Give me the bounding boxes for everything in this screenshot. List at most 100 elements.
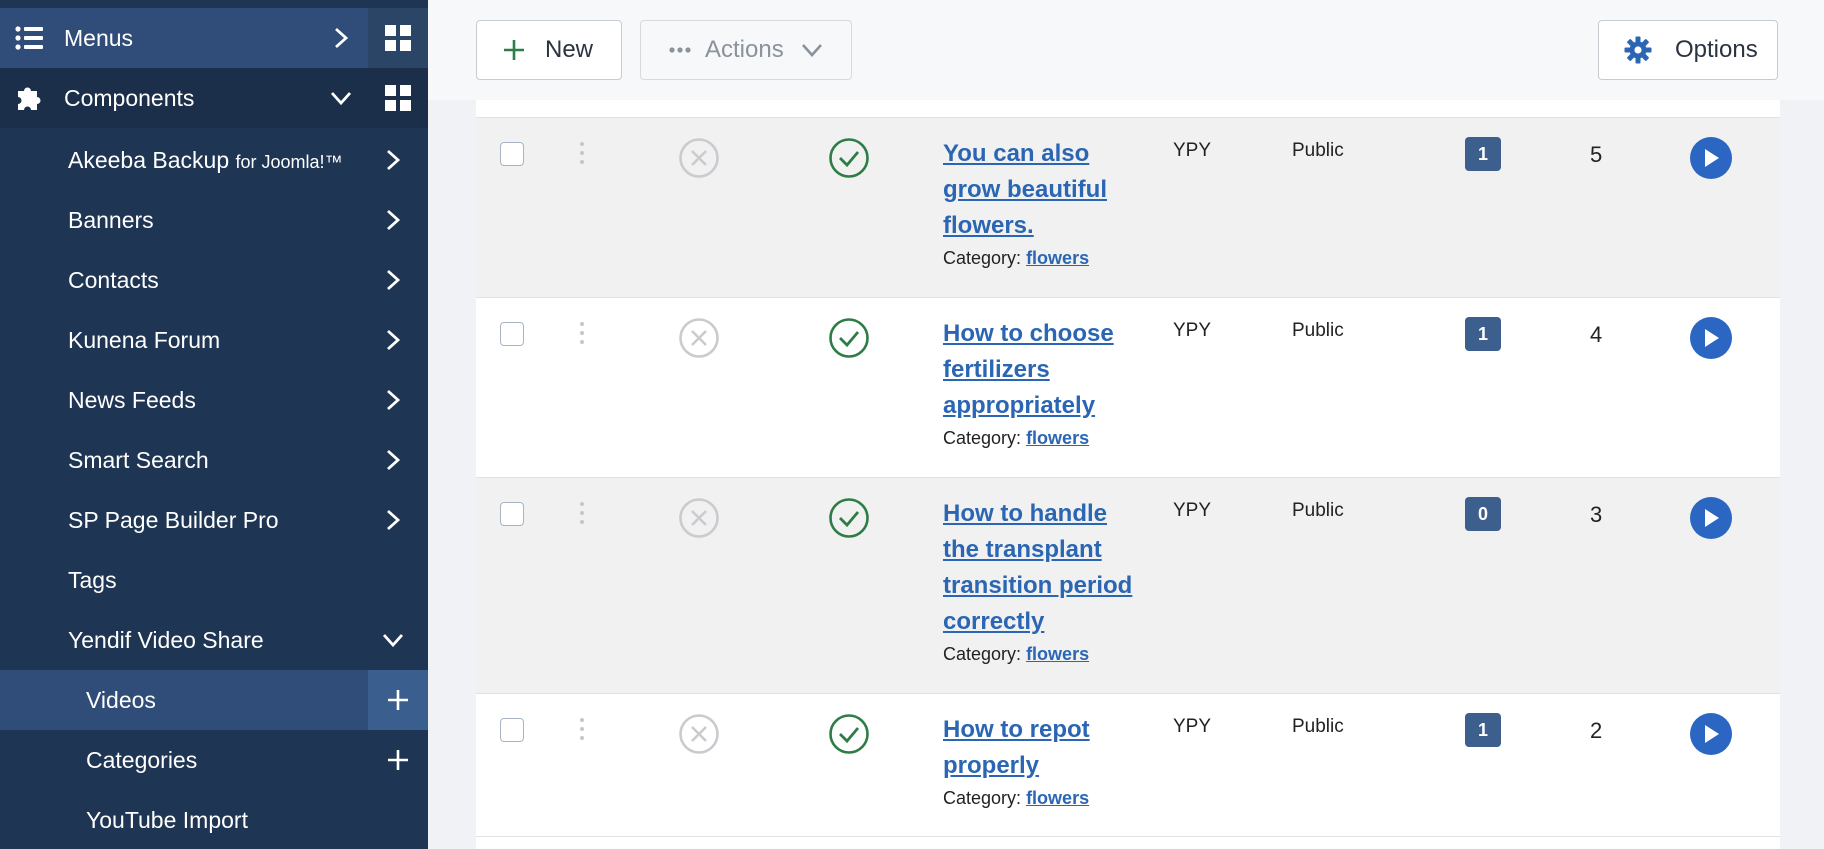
video-title-link[interactable]: You can also grow beautiful flowers. (943, 136, 1133, 244)
ellipsis-icon (669, 47, 691, 53)
add-video-plus-icon[interactable] (368, 670, 428, 730)
category-link[interactable]: flowers (1026, 644, 1089, 664)
sidebar-item-sp-page-builder[interactable]: SP Page Builder Pro (0, 490, 428, 550)
access-cell: Public (1292, 500, 1344, 521)
sidebar-item-label: Smart Search (68, 446, 209, 473)
sidebar-item-yendif-video-share[interactable]: Yendif Video Share (0, 610, 428, 670)
sidebar-item-kunena-forum[interactable]: Kunena Forum (0, 310, 428, 370)
drag-handle-icon[interactable] (578, 718, 586, 740)
new-button-label: New (545, 36, 594, 63)
sidebar-item-contacts[interactable]: Contacts (0, 250, 428, 310)
sidebar-item-akeeba-backup[interactable]: Akeeba Backup for Joomla!™ (0, 130, 428, 190)
access-cell: Public (1292, 140, 1344, 161)
add-category-plus-icon[interactable] (368, 730, 428, 790)
table-row: How to repot properly Category: flowers … (476, 693, 1780, 837)
sidebar-item-menus[interactable]: Menus (0, 8, 368, 68)
sidebar-item-label-suffix: for Joomla!™ (235, 151, 343, 172)
toolbar: New Actions Options (428, 0, 1824, 100)
list-icon (14, 23, 44, 53)
category-label: Category: (943, 644, 1022, 664)
category-link[interactable]: flowers (1026, 248, 1089, 268)
category-link[interactable]: flowers (1026, 788, 1089, 808)
row-checkbox[interactable] (500, 502, 524, 526)
user-cell: YPY (1173, 716, 1212, 737)
chevron-right-icon (378, 385, 408, 415)
row-checkbox[interactable] (500, 142, 524, 166)
actions-label: Actions (705, 36, 784, 63)
video-title-cell: How to handle the transplant transition … (943, 496, 1133, 665)
published-check-icon[interactable] (828, 713, 870, 760)
sidebar-item-news-feeds[interactable]: News Feeds (0, 370, 428, 430)
sidebar-item-components[interactable]: Components (0, 68, 368, 128)
sidebar-item-label: Contacts (68, 266, 159, 293)
sidebar-subitem-categories[interactable]: Categories (0, 730, 428, 790)
featured-toggle-icon[interactable] (678, 317, 720, 364)
chevron-down-icon (378, 625, 408, 655)
chevron-right-icon (378, 505, 408, 535)
sidebar-item-tags[interactable]: Tags (0, 550, 428, 610)
category-line: Category: flowers (943, 248, 1133, 269)
play-icon[interactable] (1690, 137, 1732, 179)
published-check-icon[interactable] (828, 497, 870, 544)
category-label: Category: (943, 248, 1022, 268)
gear-icon (1623, 35, 1653, 65)
count-badge: 0 (1465, 497, 1501, 531)
id-cell: 3 (1590, 502, 1603, 527)
sidebar-item-label: Akeeba Backup for Joomla!™ (68, 147, 378, 174)
dashboard-grid-icon[interactable] (368, 8, 428, 68)
row-checkbox[interactable] (500, 322, 524, 346)
puzzle-icon (14, 83, 44, 113)
featured-toggle-icon[interactable] (678, 713, 720, 760)
access-cell: Public (1292, 320, 1344, 341)
chevron-down-icon (800, 42, 824, 58)
sidebar-item-label-main: Akeeba Backup (68, 146, 230, 173)
new-button[interactable]: New (476, 20, 622, 80)
category-label: Category: (943, 428, 1022, 448)
table-row: How to handle the transplant transition … (476, 477, 1780, 693)
sidebar-item-label: Tags (68, 566, 117, 593)
play-icon[interactable] (1690, 713, 1732, 755)
id-cell: 5 (1590, 142, 1603, 167)
video-title-cell: How to repot properly Category: flowers (943, 712, 1133, 809)
published-check-icon[interactable] (828, 137, 870, 184)
play-icon[interactable] (1690, 317, 1732, 359)
videos-table: You can also grow beautiful flowers. Cat… (476, 100, 1780, 849)
video-title-link[interactable]: How to handle the transplant transition … (943, 496, 1133, 640)
sidebar-subitem-youtube-import[interactable]: YouTube Import (0, 790, 428, 849)
category-link[interactable]: flowers (1026, 428, 1089, 448)
user-cell: YPY (1173, 140, 1212, 161)
id-cell: 4 (1590, 322, 1603, 347)
category-line: Category: flowers (943, 644, 1133, 665)
play-icon[interactable] (1690, 497, 1732, 539)
sidebar-item-banners[interactable]: Banners (0, 190, 428, 250)
drag-handle-icon[interactable] (578, 322, 586, 344)
user-cell: YPY (1173, 500, 1212, 521)
published-check-icon[interactable] (828, 317, 870, 364)
table-row: How to choose fertilizers appropriately … (476, 297, 1780, 477)
featured-toggle-icon[interactable] (678, 497, 720, 544)
sidebar-subitem-videos[interactable]: Videos (0, 670, 428, 730)
sidebar-item-label: News Feeds (68, 386, 196, 413)
sidebar-item-label: Yendif Video Share (68, 626, 264, 653)
sidebar-item-label: SP Page Builder Pro (68, 506, 279, 533)
user-cell: YPY (1173, 320, 1212, 341)
sidebar-subitem-label: YouTube Import (86, 806, 248, 833)
count-badge: 1 (1465, 317, 1501, 351)
chevron-right-icon (378, 325, 408, 355)
video-title-link[interactable]: How to repot properly (943, 712, 1133, 784)
category-line: Category: flowers (943, 428, 1133, 449)
drag-handle-icon[interactable] (578, 502, 586, 524)
table-row: You can also grow beautiful flowers. Cat… (476, 117, 1780, 297)
drag-handle-icon[interactable] (578, 142, 586, 164)
actions-dropdown[interactable]: Actions (640, 20, 852, 80)
featured-toggle-icon[interactable] (678, 137, 720, 184)
plus-icon (501, 37, 527, 63)
chevron-right-icon (326, 23, 356, 53)
video-title-link[interactable]: How to choose fertilizers appropriately (943, 316, 1133, 424)
row-checkbox[interactable] (500, 718, 524, 742)
sidebar-item-label: Kunena Forum (68, 326, 221, 353)
sidebar-item-label: Components (64, 84, 195, 111)
sidebar-item-smart-search[interactable]: Smart Search (0, 430, 428, 490)
options-button[interactable]: Options (1598, 20, 1778, 80)
dashboard-grid-icon[interactable] (368, 68, 428, 128)
